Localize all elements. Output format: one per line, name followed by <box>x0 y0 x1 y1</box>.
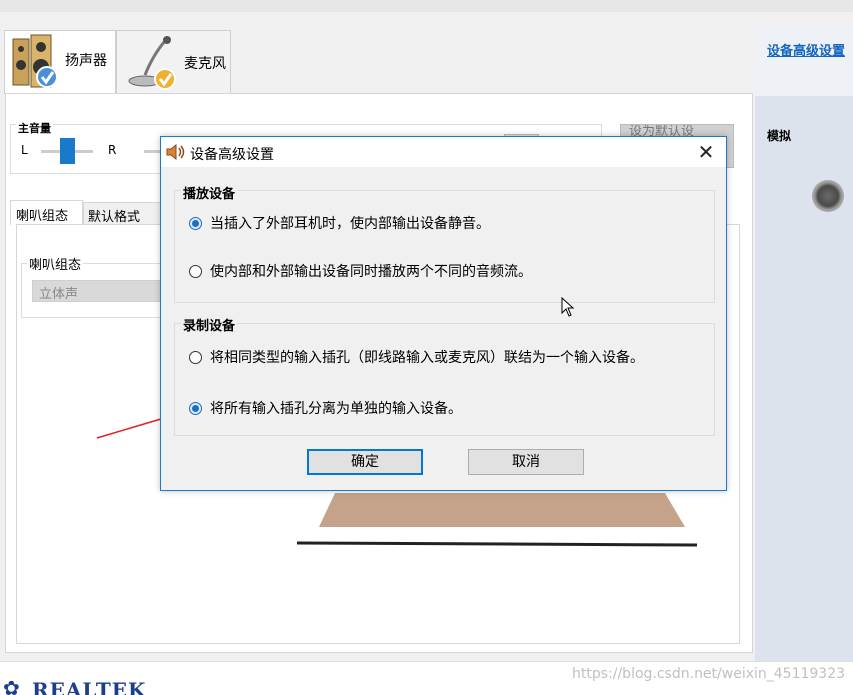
radio-mute-internal-label: 当插入了外部耳机时，使内部输出设备静音。 <box>210 216 490 232</box>
analog-jack-icon[interactable] <box>812 180 844 212</box>
advanced-settings-dialog: 设备高级设置 ✕ 播放设备 当插入了外部耳机时，使内部输出设备静音。 使内部和外… <box>160 136 727 491</box>
dialog-titlebar: 设备高级设置 ✕ <box>161 137 726 167</box>
radio-dual-stream-label: 使内部和外部输出设备同时播放两个不同的音频流。 <box>210 264 532 280</box>
radio-button-checked[interactable] <box>189 217 202 230</box>
right-channel-label: R <box>108 143 117 157</box>
recording-group <box>174 323 715 436</box>
ok-button[interactable]: 确定 <box>307 449 423 475</box>
speaker-config-value: 立体声 <box>39 287 79 302</box>
playback-group-title: 播放设备 <box>181 183 238 202</box>
right-side-panel: 设备高级设置 模拟 <box>755 27 853 661</box>
tab-microphone[interactable]: 麦克风 <box>116 30 231 93</box>
advanced-settings-link[interactable]: 设备高级设置 <box>767 40 845 59</box>
tab-microphone-label: 麦克风 <box>184 56 226 72</box>
watermark: https://blog.csdn.net/weixin_45119323 <box>572 666 846 682</box>
close-icon[interactable]: ✕ <box>696 140 716 164</box>
radio-button-unchecked[interactable] <box>189 351 202 364</box>
tab-speaker-config[interactable]: 喇叭组态 <box>10 200 83 225</box>
analog-label: 模拟 <box>767 129 792 143</box>
radio-separate-inputs-label: 将所有输入插孔分离为单独的输入设备。 <box>210 401 462 417</box>
radio-button-unchecked[interactable] <box>189 265 202 278</box>
realtek-crab-icon: ✿ <box>3 676 20 695</box>
cancel-button[interactable]: 取消 <box>468 449 584 475</box>
recording-group-title: 录制设备 <box>181 315 238 334</box>
balance-slider-thumb[interactable] <box>60 138 75 164</box>
volume-label: 主音量 <box>16 120 53 136</box>
radio-button-checked[interactable] <box>189 402 202 415</box>
speaker-icon <box>12 34 58 88</box>
window-title-strip <box>0 0 853 12</box>
tab-default-format[interactable]: 默认格式 <box>83 202 163 225</box>
speaker-volume-icon <box>166 144 185 160</box>
speaker-stage-graphic <box>296 493 698 547</box>
tab-speaker-label: 扬声器 <box>65 53 107 69</box>
bottom-bar: ✿ REALTEK https://blog.csdn.net/weixin_4… <box>0 661 853 695</box>
speaker-config-label: 喇叭组态 <box>27 254 84 273</box>
dialog-title: 设备高级设置 <box>190 147 274 163</box>
radio-tie-inputs-label: 将相同类型的输入插孔（即线路输入或麦克风）联结为一个输入设备。 <box>210 350 644 366</box>
playback-group <box>174 190 715 303</box>
tab-speaker-config-label: 喇叭组态 <box>16 209 69 224</box>
mouse-cursor-icon <box>561 297 575 317</box>
realtek-logo: REALTEK <box>32 678 147 695</box>
speaker-config-select[interactable]: 立体声 <box>32 280 167 302</box>
left-channel-label: L <box>21 143 28 157</box>
microphone-icon <box>128 36 176 90</box>
right-panel-header: 设备高级设置 <box>755 27 853 96</box>
tab-default-format-label: 默认格式 <box>88 210 141 225</box>
tab-speaker[interactable]: 扬声器 <box>4 30 116 94</box>
